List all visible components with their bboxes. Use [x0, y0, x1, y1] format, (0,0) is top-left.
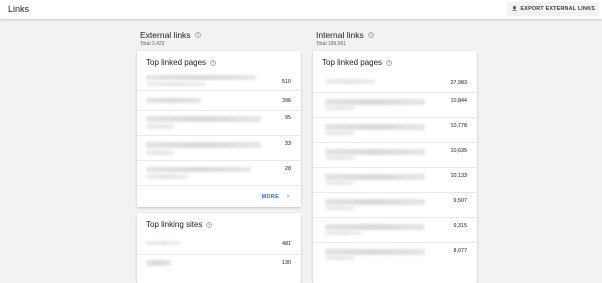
help-icon[interactable] — [210, 59, 216, 66]
download-icon — [511, 5, 518, 14]
app-header: Links EXPORT EXTERNAL LINKS — [0, 0, 602, 19]
external-top-linked-pages-card: Top linked pages 510 396 95 33 28 MORE — [137, 51, 301, 207]
table-row[interactable]: 130 — [137, 255, 301, 274]
page-title: Links — [8, 4, 30, 14]
export-button-label: EXPORT EXTERNAL LINKS — [520, 6, 595, 12]
internal-links-title: Internal links — [316, 30, 364, 40]
table-row[interactable]: 10,133 — [313, 168, 477, 193]
export-external-links-button[interactable]: EXPORT EXTERNAL LINKS — [506, 2, 599, 16]
redacted-url — [325, 131, 355, 135]
link-count: 27,983 — [450, 80, 468, 86]
help-icon[interactable] — [194, 32, 201, 38]
link-count: 481 — [282, 241, 291, 247]
link-count: 8,077 — [453, 248, 468, 254]
redacted-url — [325, 149, 425, 155]
card-title: Top linking sites — [146, 220, 203, 229]
redacted-site — [146, 241, 181, 245]
table-row[interactable]: 33 — [137, 136, 301, 161]
link-count: 130 — [282, 260, 291, 266]
table-row[interactable]: 9,507 — [313, 193, 477, 218]
redacted-url — [325, 231, 363, 235]
table-row[interactable]: 10,635 — [313, 143, 477, 168]
redacted-url — [325, 206, 355, 210]
card-title: Top linked pages — [146, 58, 207, 67]
redacted-url — [146, 150, 174, 155]
external-links-title: External links — [140, 30, 191, 40]
table-row[interactable]: 28 — [137, 161, 301, 186]
link-count: 510 — [282, 79, 291, 85]
chevron-right-icon — [285, 193, 291, 201]
external-links-total: Total 2,423 — [140, 41, 165, 47]
redacted-site — [146, 260, 171, 266]
external-top-linking-sites-card: Top linking sites 481 130 — [137, 213, 301, 283]
redacted-url — [146, 116, 261, 122]
link-count: 396 — [282, 98, 291, 104]
table-row[interactable]: 396 — [137, 91, 301, 111]
table-row[interactable]: 95 — [137, 111, 301, 136]
redacted-url — [325, 124, 425, 130]
redacted-url — [325, 174, 425, 180]
table-row[interactable]: 27,983 — [313, 71, 477, 93]
redacted-url — [325, 181, 355, 185]
redacted-url — [325, 224, 425, 230]
redacted-url — [325, 106, 355, 110]
redacted-url — [146, 174, 188, 179]
link-count: 10,635 — [450, 148, 468, 154]
table-row[interactable]: 9,315 — [313, 218, 477, 243]
redacted-url — [146, 167, 251, 172]
help-icon[interactable] — [367, 32, 374, 38]
redacted-url — [146, 75, 256, 80]
link-count: 10,778 — [450, 123, 468, 129]
link-count: 9,507 — [453, 198, 468, 204]
redacted-url — [325, 256, 355, 260]
table-row[interactable]: 8,077 — [313, 243, 477, 267]
redacted-url — [325, 249, 425, 255]
table-row[interactable]: 510 — [137, 71, 301, 91]
help-icon[interactable] — [206, 221, 213, 228]
redacted-url — [325, 99, 425, 105]
link-count: 28 — [285, 166, 291, 172]
internal-links-header: Internal links Total 189,561 — [316, 30, 374, 47]
link-count: 10,133 — [450, 173, 468, 179]
link-count: 10,844 — [450, 98, 468, 104]
redacted-url — [325, 79, 375, 84]
table-row[interactable]: 10,778 — [313, 118, 477, 143]
more-button[interactable]: MORE — [262, 193, 291, 201]
more-button-label: MORE — [261, 194, 279, 200]
table-row[interactable]: 481 — [137, 235, 301, 255]
redacted-url — [146, 82, 206, 86]
card-title: Top linked pages — [322, 58, 383, 67]
link-count: 9,315 — [453, 223, 468, 229]
internal-top-linked-pages-card: Top linked pages 27,983 10,844 10,778 10… — [313, 51, 477, 283]
redacted-url — [146, 98, 201, 103]
external-links-header: External links Total 2,423 — [140, 30, 201, 47]
link-count: 95 — [285, 115, 291, 121]
internal-links-total: Total 189,561 — [316, 41, 347, 47]
redacted-url — [146, 142, 261, 148]
redacted-url — [325, 199, 425, 205]
help-icon[interactable] — [386, 59, 392, 66]
table-row[interactable]: 10,844 — [313, 93, 477, 118]
link-count: 33 — [285, 141, 291, 147]
redacted-url — [146, 124, 174, 129]
redacted-url — [325, 156, 355, 160]
